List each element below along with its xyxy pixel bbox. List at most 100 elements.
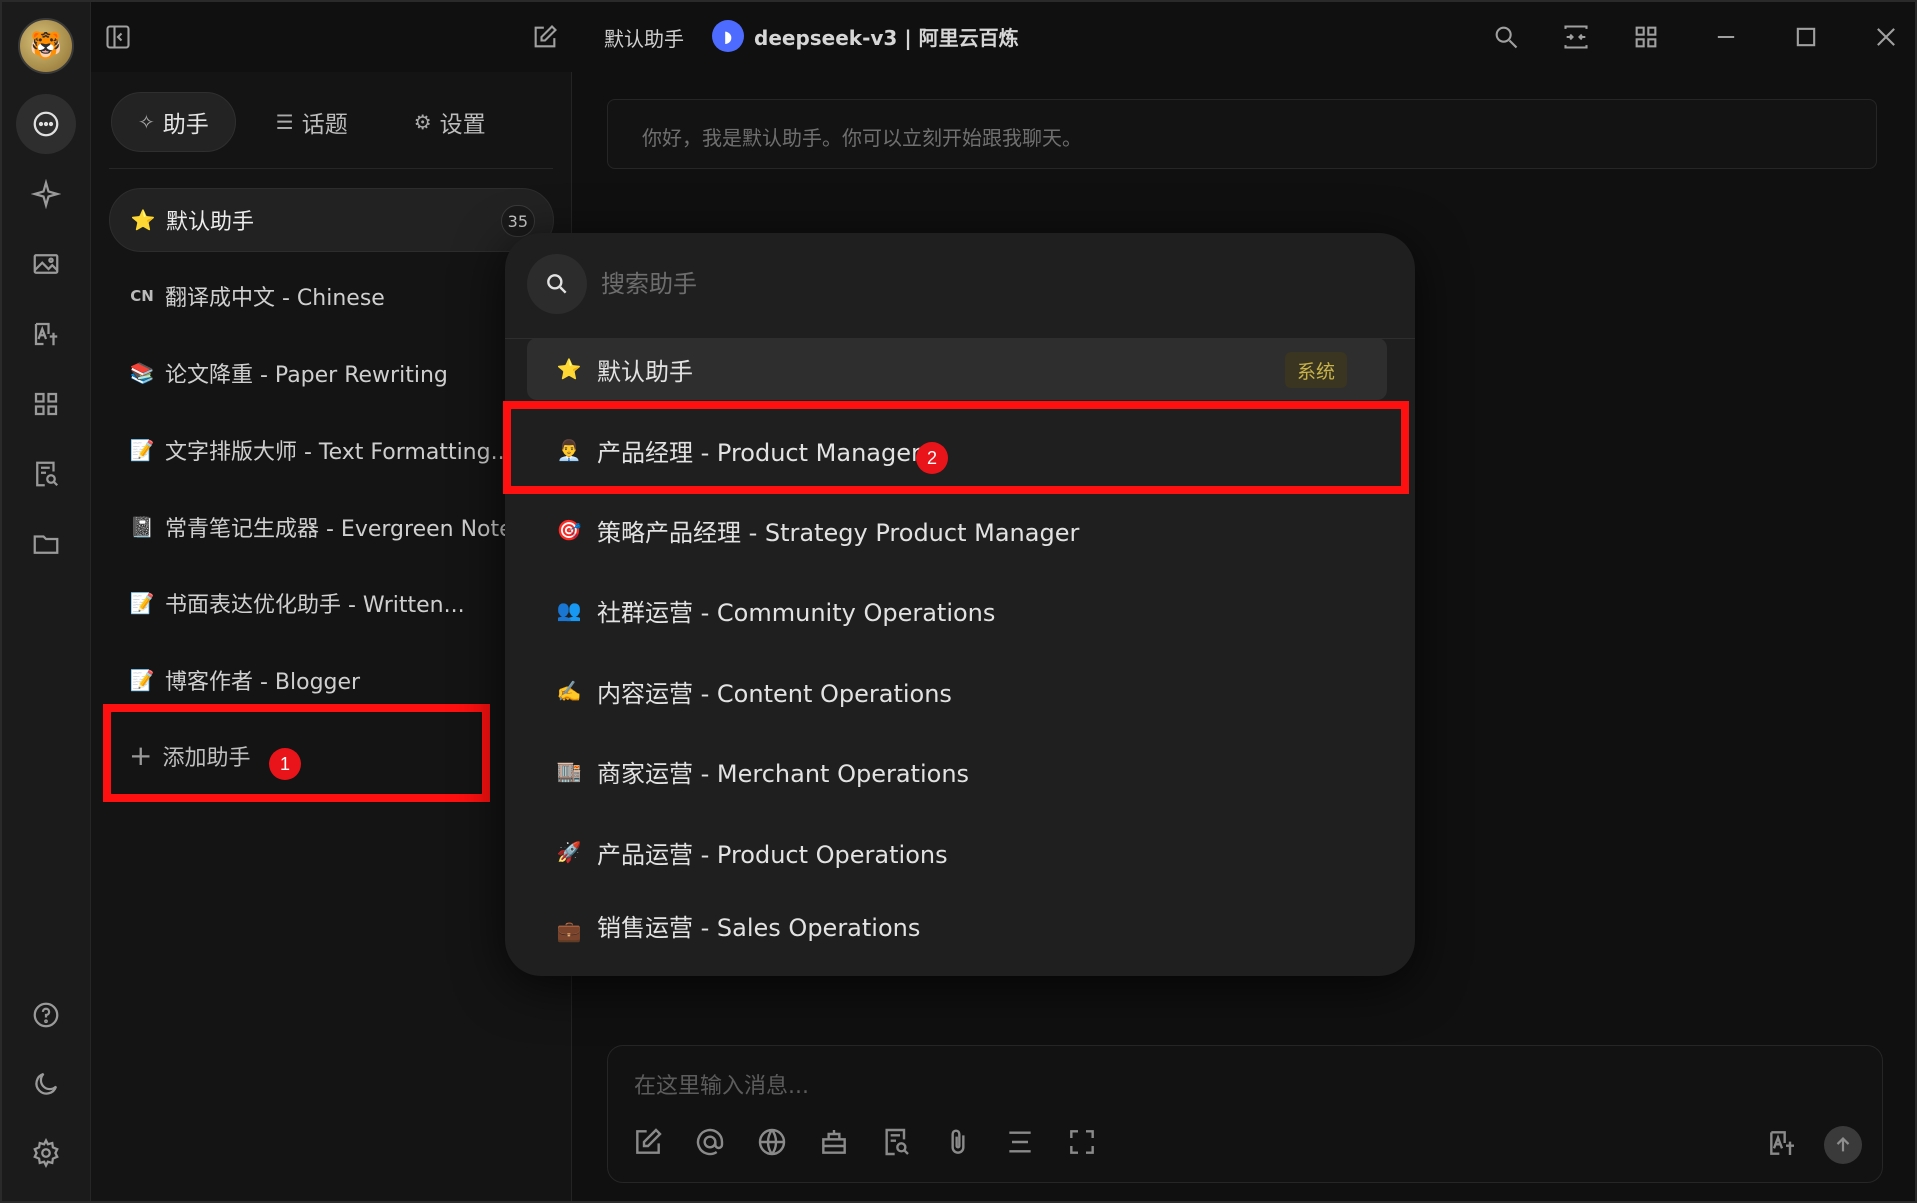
divider	[109, 168, 553, 169]
notebook-icon: 📓	[129, 515, 155, 539]
tab-settings[interactable]: ⚙ 设置	[388, 92, 512, 152]
books-icon: 📚	[129, 361, 155, 385]
popup-item-default[interactable]: ⭐ 默认助手 系统	[527, 338, 1387, 400]
toggle-sidebar-icon[interactable]	[101, 20, 135, 54]
input-right-actions	[1766, 1126, 1862, 1164]
popup-item[interactable]: 🏬 商家运营 - Merchant Operations	[527, 740, 1387, 802]
chat-icon[interactable]	[16, 94, 76, 154]
assistant-title: 默认助手	[604, 27, 684, 51]
knowledge-search-icon[interactable]	[16, 444, 76, 504]
highlight-box-product-manager	[503, 401, 1409, 494]
attachment-paperclip-icon[interactable]	[942, 1126, 974, 1162]
assistant-label: 博客作者 - Blogger	[165, 670, 361, 695]
assistant-item[interactable]: CN 翻译成中文 - Chinese	[109, 264, 554, 328]
apps-grid-icon[interactable]	[16, 374, 76, 434]
clear-context-icon[interactable]	[1004, 1126, 1036, 1162]
star-icon: ⭐	[556, 357, 582, 381]
tab-label: 助手	[162, 112, 209, 138]
icon-rail: 🐯	[2, 2, 91, 1201]
popup-item-label: 销售运营 - Sales Operations	[597, 914, 921, 942]
popup-item[interactable]: 🎯 策略产品经理 - Strategy Product Manager	[527, 499, 1387, 561]
assistant-sidebar: ✧ 助手 ☰ 话题 ⚙ 设置 ⭐ 默认助手 35 CN 翻译成中文 - Chin…	[91, 72, 572, 1201]
help-icon[interactable]	[16, 985, 76, 1045]
memo-icon: 📝	[129, 591, 155, 615]
add-assistant-popup: ⭐ 默认助手 系统 👨‍💼 产品经理 - Product Manager 🎯 策…	[505, 233, 1415, 976]
assistant-item[interactable]: 📝 文字排版大师 - Text Formatting...	[109, 418, 554, 482]
popup-item-label: 内容运营 - Content Operations	[597, 679, 952, 708]
popup-item[interactable]: 💼 销售运营 - Sales Operations	[527, 901, 1387, 943]
assistant-item[interactable]: 📝 书面表达优化助手 - Written...	[109, 571, 554, 635]
user-avatar[interactable]: 🐯	[18, 18, 74, 74]
assistant-label: 翻译成中文 - Chinese	[165, 286, 385, 311]
assistant-label: 文字排版大师 - Text Formatting...	[165, 440, 512, 465]
maximize-icon[interactable]	[1789, 20, 1823, 54]
narrow-mode-icon[interactable]	[1559, 20, 1593, 54]
writing-hand-icon: ✍️	[556, 679, 582, 703]
topic-count-badge: 35	[500, 205, 535, 237]
search-icon	[527, 254, 587, 314]
welcome-message: 你好，我是默认助手。你可以立刻开始跟我聊天。	[607, 99, 1877, 169]
mcp-server-icon[interactable]	[818, 1126, 850, 1162]
arrow-up-icon	[1836, 1137, 1850, 1152]
model-name: deepseek-v3 | 阿里云百炼	[754, 25, 1019, 50]
expand-fullscreen-icon[interactable]	[1066, 1126, 1098, 1162]
assistant-item[interactable]: 📝 博客作者 - Blogger	[109, 648, 554, 712]
mention-at-icon[interactable]	[694, 1126, 726, 1162]
assistant-item[interactable]: 📓 常青笔记生成器 - Evergreen Note...	[109, 495, 554, 559]
briefcase-icon: 💼	[556, 919, 582, 943]
gear-icon: ⚙	[413, 110, 432, 134]
settings-gear-icon[interactable]	[16, 1123, 76, 1183]
step-badge-1: 1	[269, 748, 301, 780]
system-tag: 系统	[1284, 352, 1347, 388]
assistant-label: 默认助手	[166, 210, 255, 235]
agents-sparkle-icon[interactable]	[16, 164, 76, 224]
new-topic-icon[interactable]	[632, 1126, 664, 1162]
send-button[interactable]	[1824, 1126, 1862, 1164]
close-icon[interactable]	[1869, 20, 1903, 54]
new-chat-edit-icon[interactable]	[528, 20, 562, 54]
memo-icon: 📝	[129, 438, 155, 462]
assistant-item-default[interactable]: ⭐ 默认助手 35	[109, 188, 554, 252]
sparkle-icon: ✧	[138, 110, 155, 134]
list-icon: ☰	[275, 110, 294, 134]
message-input-box[interactable]: 在这里输入消息...	[607, 1045, 1883, 1183]
people-icon: 👥	[556, 598, 582, 622]
popup-item[interactable]: ✍️ 内容运营 - Content Operations	[527, 660, 1387, 722]
popup-item-label: 策略产品经理 - Strategy Product Manager	[597, 518, 1080, 547]
translate-icon[interactable]	[1766, 1127, 1798, 1163]
model-selector[interactable]: ◗ deepseek-v3 | 阿里云百炼	[712, 20, 1019, 52]
layout-grid-icon[interactable]	[1629, 20, 1663, 54]
translate-icon[interactable]	[16, 304, 76, 364]
assistant-search-input[interactable]	[601, 270, 1393, 298]
rocket-icon: 🚀	[556, 840, 582, 864]
knowledge-base-icon[interactable]	[880, 1126, 912, 1162]
target-icon: 🎯	[556, 518, 582, 542]
tab-label: 设置	[439, 112, 486, 138]
search-icon[interactable]	[1489, 20, 1523, 54]
assistant-label: 书面表达优化助手 - Written...	[165, 593, 465, 618]
popup-item-label: 社群运营 - Community Operations	[597, 598, 996, 627]
title-bar: 默认助手 ◗ deepseek-v3 | 阿里云百炼	[91, 2, 1915, 72]
assistant-label: 论文降重 - Paper Rewriting	[165, 363, 448, 388]
message-input[interactable]: 在这里输入消息...	[634, 1068, 809, 1100]
tab-label: 话题	[301, 112, 348, 138]
app-window: 🐯 默认助手 ◗ deepseek-v3 | 阿里云百炼 ✧ 助手 ☰ 话题 ⚙…	[0, 0, 1917, 1203]
image-icon[interactable]	[16, 234, 76, 294]
folder-icon[interactable]	[16, 514, 76, 574]
moon-icon[interactable]	[16, 1054, 76, 1114]
tab-assistants[interactable]: ✧ 助手	[111, 92, 236, 152]
popup-item[interactable]: 👥 社群运营 - Community Operations	[527, 579, 1387, 641]
sidebar-tabs: ✧ 助手 ☰ 话题 ⚙ 设置	[111, 92, 512, 152]
tab-topics[interactable]: ☰ 话题	[250, 92, 374, 152]
assistant-item[interactable]: 📚 论文降重 - Paper Rewriting	[109, 341, 554, 405]
popup-item[interactable]: 🚀 产品运营 - Product Operations	[527, 821, 1387, 883]
input-toolbar	[632, 1126, 1098, 1162]
store-icon: 🏬	[556, 759, 582, 783]
popup-item-label: 商家运营 - Merchant Operations	[597, 759, 970, 788]
step-badge-2: 2	[916, 442, 948, 474]
star-icon: ⭐	[130, 208, 156, 232]
minimize-icon[interactable]	[1709, 20, 1743, 54]
memo-icon: 📝	[129, 668, 155, 692]
popup-item-label: 产品运营 - Product Operations	[597, 840, 948, 869]
web-search-globe-icon[interactable]	[756, 1126, 788, 1162]
